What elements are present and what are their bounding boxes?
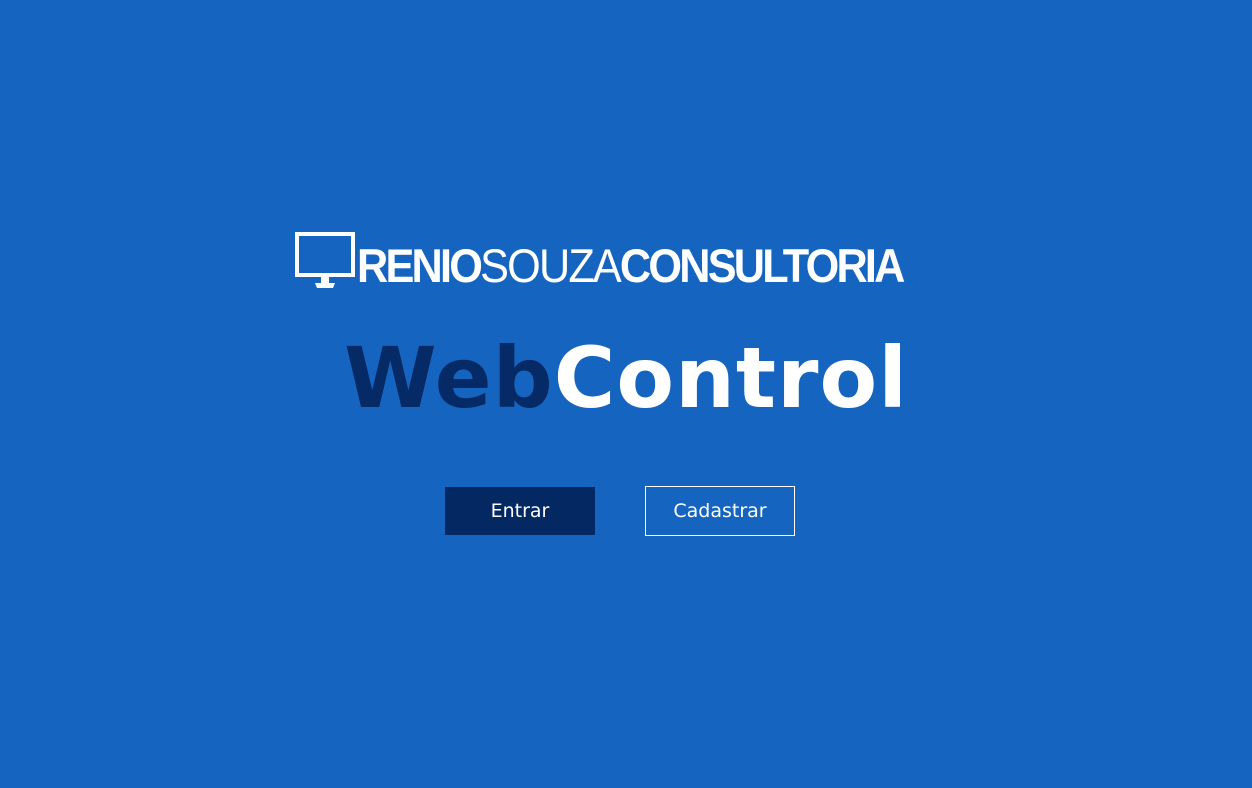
- brand-logo: RENIO SOUZA CONSULTORIA: [295, 232, 950, 290]
- register-button[interactable]: Cadastrar: [645, 486, 795, 536]
- register-button-label: Cadastrar: [673, 500, 767, 522]
- login-button-label: Entrar: [490, 500, 550, 522]
- brand-part-consultoria: CONSULTORIA: [619, 238, 906, 292]
- login-button[interactable]: Entrar: [445, 487, 595, 535]
- brand-part-souza: SOUZA: [480, 238, 622, 292]
- landing-page: RENIO SOUZA CONSULTORIA WebControl Entrar …: [0, 0, 1252, 788]
- brand-wordmark: RENIO SOUZA CONSULTORIA: [357, 238, 906, 292]
- brand-part-renio: RENIO: [357, 238, 483, 292]
- monitor-icon: [295, 232, 355, 290]
- app-title: WebControl: [0, 328, 1252, 428]
- app-title-web: Web: [343, 329, 554, 427]
- app-title-control: Control: [553, 329, 908, 427]
